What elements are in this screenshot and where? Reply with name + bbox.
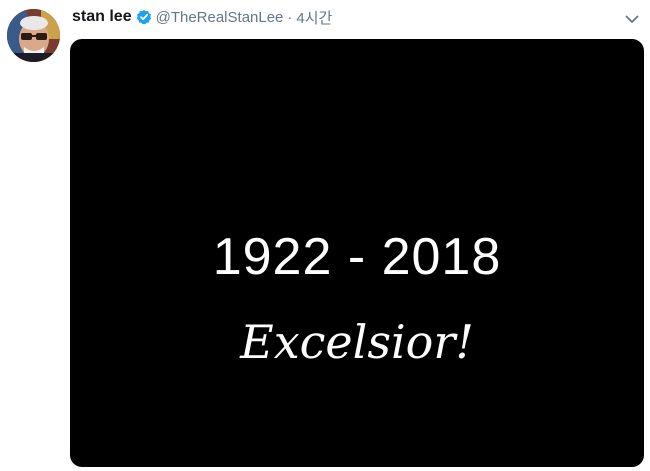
separator-dot: · <box>287 8 293 26</box>
memorial-motto: Excelsior! <box>240 315 474 369</box>
avatar[interactable] <box>7 9 60 62</box>
tweet-header: stan lee @TheRealStanLee · 4시간 <box>72 6 332 28</box>
memorial-years: 1922 - 2018 <box>212 228 502 286</box>
avatar-image <box>7 9 60 62</box>
chevron-down-icon[interactable] <box>624 12 640 26</box>
verified-badge-icon <box>136 9 152 25</box>
tweet: stan lee @TheRealStanLee · 4시간 1922 - 20… <box>0 0 650 471</box>
display-name[interactable]: stan lee <box>72 8 132 26</box>
tweet-timestamp[interactable]: 4시간 <box>296 7 332 28</box>
user-handle[interactable]: @TheRealStanLee <box>156 9 284 26</box>
tweet-media-image[interactable]: 1922 - 2018 Excelsior! <box>70 39 644 467</box>
